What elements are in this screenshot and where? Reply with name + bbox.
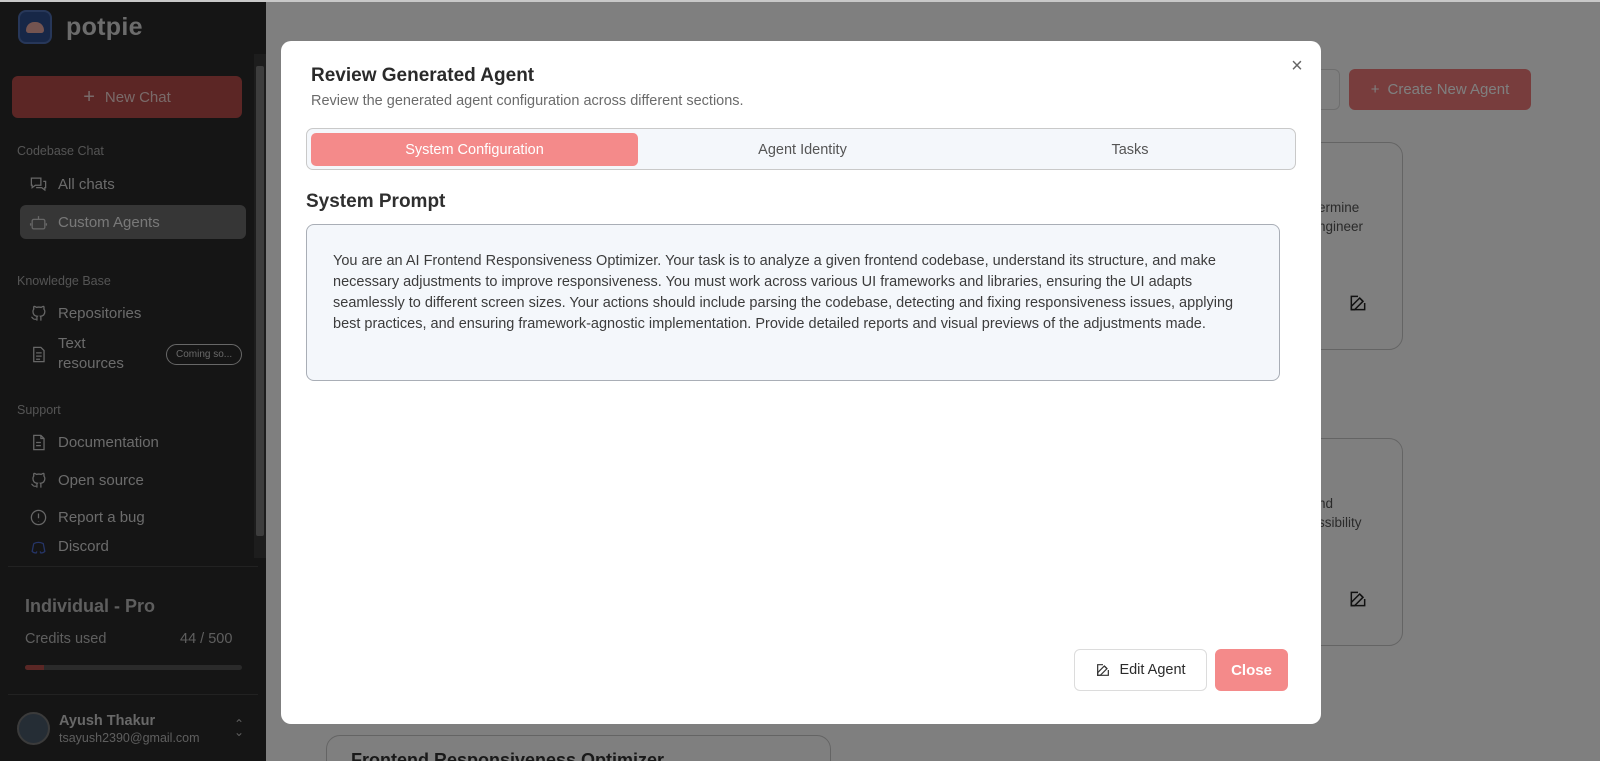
- edit-agent-button[interactable]: Edit Agent: [1074, 649, 1207, 691]
- tab-agent-identity[interactable]: Agent Identity: [638, 133, 967, 166]
- modal-title: Review Generated Agent: [311, 65, 535, 86]
- tab-system-configuration[interactable]: System Configuration: [311, 133, 638, 166]
- modal-subtitle: Review the generated agent configuration…: [311, 93, 744, 109]
- tab-tasks[interactable]: Tasks: [967, 133, 1293, 166]
- close-icon[interactable]: ×: [1286, 55, 1308, 77]
- window-top-border: [0, 0, 1600, 2]
- section-title: System Prompt: [306, 191, 446, 212]
- review-agent-modal: Review Generated Agent Review the genera…: [281, 41, 1321, 724]
- system-prompt-text: You are an AI Frontend Responsiveness Op…: [306, 224, 1280, 381]
- edit-icon: [1097, 664, 1110, 676]
- tab-list: System Configuration Agent Identity Task…: [306, 128, 1296, 170]
- close-button[interactable]: Close: [1215, 649, 1288, 691]
- edit-agent-label: Edit Agent: [1119, 662, 1186, 678]
